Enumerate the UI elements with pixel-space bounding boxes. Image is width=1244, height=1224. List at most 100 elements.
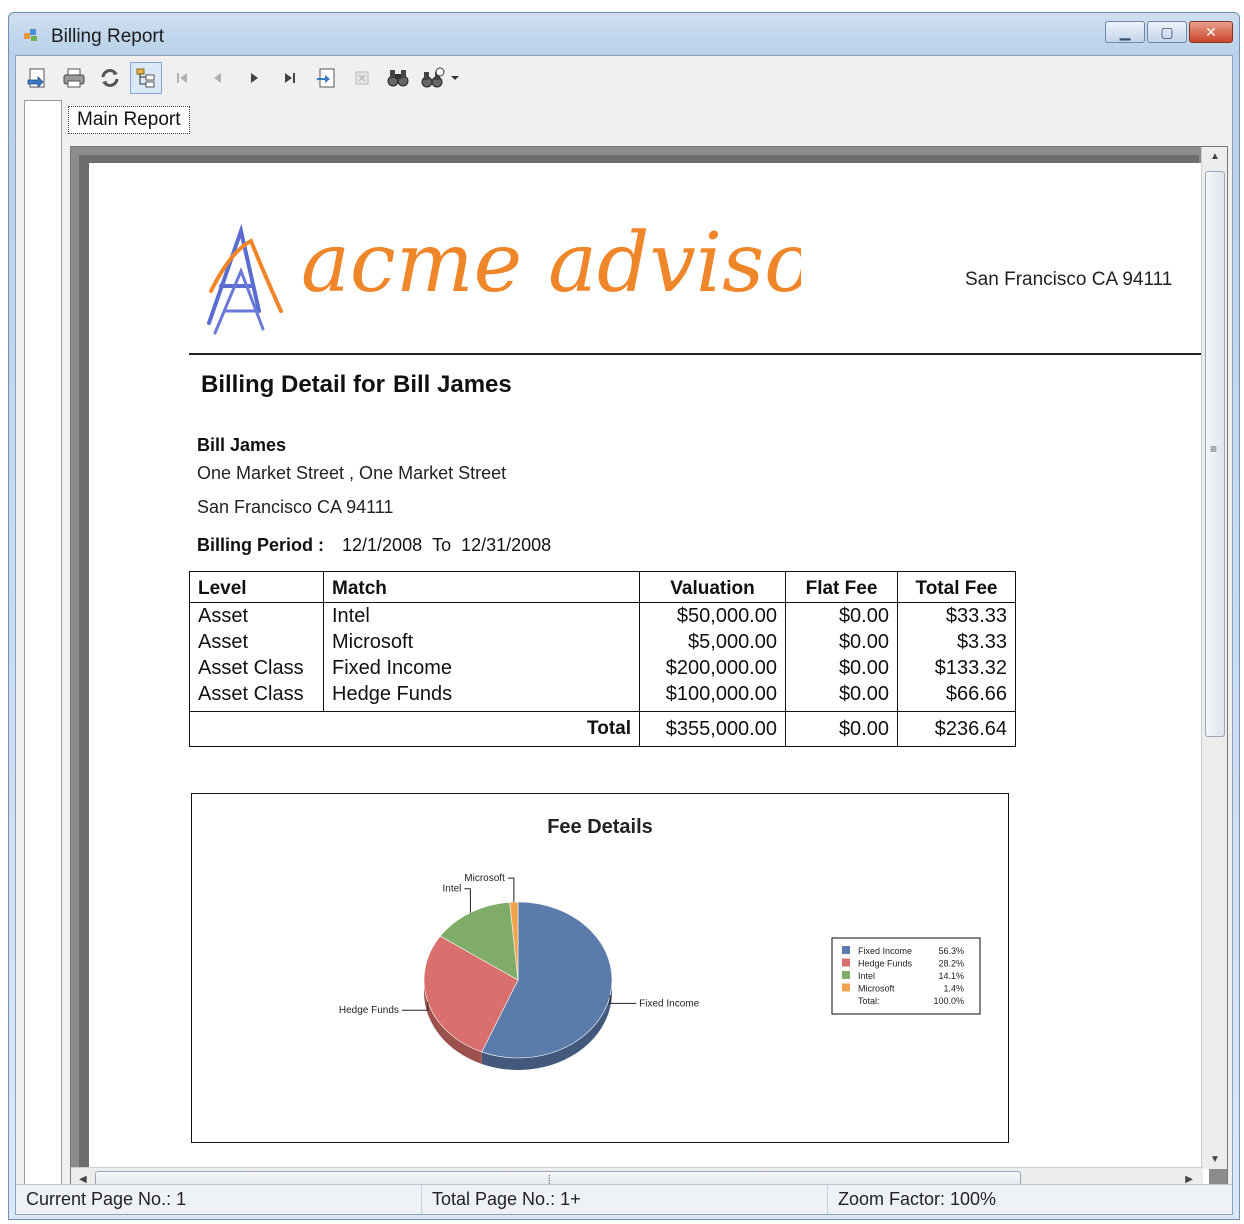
legend-swatch [842, 971, 850, 979]
zoom-button[interactable] [418, 62, 462, 94]
cell-valuation: $200,000.00 [639, 655, 786, 681]
group-tree-icon [136, 68, 155, 88]
legend-label: Intel [858, 971, 875, 981]
cell-total-fee: $3.33 [897, 629, 1016, 655]
cell-flat-fee: $0.00 [785, 681, 898, 712]
export-icon [27, 68, 45, 88]
group-tree-button[interactable] [130, 62, 162, 94]
billing-period: Billing Period : 12/1/2008 To 12/31/2008 [197, 535, 561, 556]
heading-label: Billing Detail for [201, 371, 386, 398]
legend-swatch [842, 958, 850, 967]
pie-leader-line [609, 995, 637, 1004]
group-tree-pane[interactable] [24, 100, 62, 1198]
legend-swatch [842, 946, 850, 954]
total-valuation: $355,000.00 [639, 711, 786, 747]
table-row: Asset Intel $50,000.00 $0.00 $33.33 [189, 602, 1016, 629]
first-page-button[interactable] [166, 62, 198, 94]
billing-period-from: 12/1/2008 [342, 535, 423, 555]
table-total-row: Total $355,000.00 $0.00 $236.64 [189, 711, 1016, 747]
billing-report-window: Billing Report ▁ ▢ ✕ Main Report acme ad… [8, 12, 1240, 1220]
previous-page-button[interactable] [202, 62, 234, 94]
report-viewer[interactable]: acme advisors San Francisco CA 94111 Bil… [70, 146, 1228, 1194]
status-bar: Current Page No.: 1 Total Page No.: 1+ Z… [16, 1184, 1232, 1214]
app-icon [24, 29, 37, 41]
goto-page-button[interactable] [310, 62, 342, 94]
tab-main-report[interactable]: Main Report [68, 106, 190, 134]
billing-period-label: Billing Period : [197, 535, 325, 555]
close-button[interactable]: ✕ [1189, 21, 1233, 43]
header-level: Level [189, 571, 324, 603]
total-flat-fee: $0.00 [785, 711, 898, 747]
table-row: Asset Class Fixed Income $200,000.00 $0.… [189, 655, 1016, 681]
previous-page-icon [214, 73, 221, 83]
next-page-icon [251, 73, 258, 83]
legend-label: Fixed Income [858, 946, 912, 956]
minimize-icon: ▁ [1119, 24, 1131, 40]
print-button[interactable] [58, 62, 90, 94]
pie-label: Fixed Income [639, 998, 699, 1009]
cell-flat-fee: $0.00 [785, 602, 898, 629]
billing-period-to: 12/31/2008 [461, 535, 552, 555]
header-match: Match [323, 571, 640, 603]
header-total-fee: Total Fee [897, 571, 1016, 603]
stop-button[interactable] [346, 62, 378, 94]
grip-icon: ≡ [1210, 442, 1218, 456]
cell-level: Asset Class [189, 681, 324, 712]
total-total-fee: $236.64 [897, 711, 1016, 747]
client-street: One Market Street , One Market Street [197, 463, 507, 483]
legend-value: 14.1% [938, 971, 964, 981]
first-page-icon [177, 73, 187, 83]
fee-details-chart: Fee Details Fixed Income Hedge Funds Intel… [191, 793, 1009, 1143]
legend-value: 28.2% [938, 959, 964, 969]
maximize-icon: ▢ [1160, 24, 1174, 40]
window-title: Billing Report [51, 26, 164, 47]
cell-total-fee: $133.32 [897, 655, 1016, 681]
cell-valuation: $100,000.00 [639, 681, 786, 712]
table-row: Asset Microsoft $5,000.00 $0.00 $3.33 [189, 629, 1016, 655]
search-button[interactable] [382, 62, 414, 94]
export-button[interactable] [22, 62, 54, 94]
pie-label: Intel [442, 884, 461, 895]
pie-leader-line [401, 1002, 429, 1011]
vertical-scrollbar[interactable]: ▲ ≡ ▼ [1201, 147, 1227, 1169]
pie-chart: Fixed IncomeHedge FundsIntelMicrosoftFix… [339, 873, 981, 1070]
report-page: acme advisors San Francisco CA 94111 Bil… [89, 163, 1209, 1193]
title-bar[interactable]: Billing Report ▁ ▢ ✕ [9, 13, 1239, 55]
cell-total-fee: $33.33 [897, 602, 1016, 629]
header-flat-fee: Flat Fee [785, 571, 898, 603]
client-city: San Francisco CA 94111 [197, 497, 394, 517]
close-icon: ✕ [1205, 24, 1217, 40]
scroll-up-icon[interactable]: ▲ [1210, 151, 1220, 162]
report-toolbar [16, 56, 1232, 100]
client-name: Bill James [197, 435, 287, 455]
legend-value: 1.4% [943, 984, 964, 994]
scroll-down-icon[interactable]: ▼ [1210, 1154, 1220, 1165]
stop-icon [355, 71, 369, 85]
vertical-scroll-thumb[interactable]: ≡ [1205, 171, 1225, 737]
cell-match: Intel [323, 602, 640, 629]
refresh-button[interactable] [94, 62, 126, 94]
report-heading: Billing Detail for Bill James [201, 371, 520, 399]
cell-level: Asset [189, 629, 324, 655]
last-page-button[interactable] [274, 62, 306, 94]
svg-text:acme advisors: acme advisors [301, 216, 801, 311]
refresh-icon [101, 69, 119, 87]
print-icon [63, 68, 85, 88]
cell-match: Fixed Income [323, 655, 640, 681]
table-header-row: Level Match Valuation Flat Fee Total Fee [189, 571, 1016, 603]
pie-leader-line [507, 877, 515, 903]
pie-label: Microsoft [464, 873, 505, 884]
next-page-button[interactable] [238, 62, 270, 94]
cell-match: Microsoft [323, 629, 640, 655]
legend-swatch [842, 983, 850, 992]
cell-level: Asset Class [189, 655, 324, 681]
search-icon [387, 70, 409, 87]
cell-flat-fee: $0.00 [785, 655, 898, 681]
cell-match: Hedge Funds [323, 681, 640, 712]
status-total-pages: Total Page No.: 1+ [422, 1185, 828, 1214]
minimize-button[interactable]: ▁ [1105, 21, 1145, 43]
header-divider [189, 353, 1209, 355]
status-zoom: Zoom Factor: 100% [838, 1189, 997, 1209]
maximize-button[interactable]: ▢ [1147, 21, 1187, 43]
legend-total-label: Total: [858, 996, 880, 1006]
